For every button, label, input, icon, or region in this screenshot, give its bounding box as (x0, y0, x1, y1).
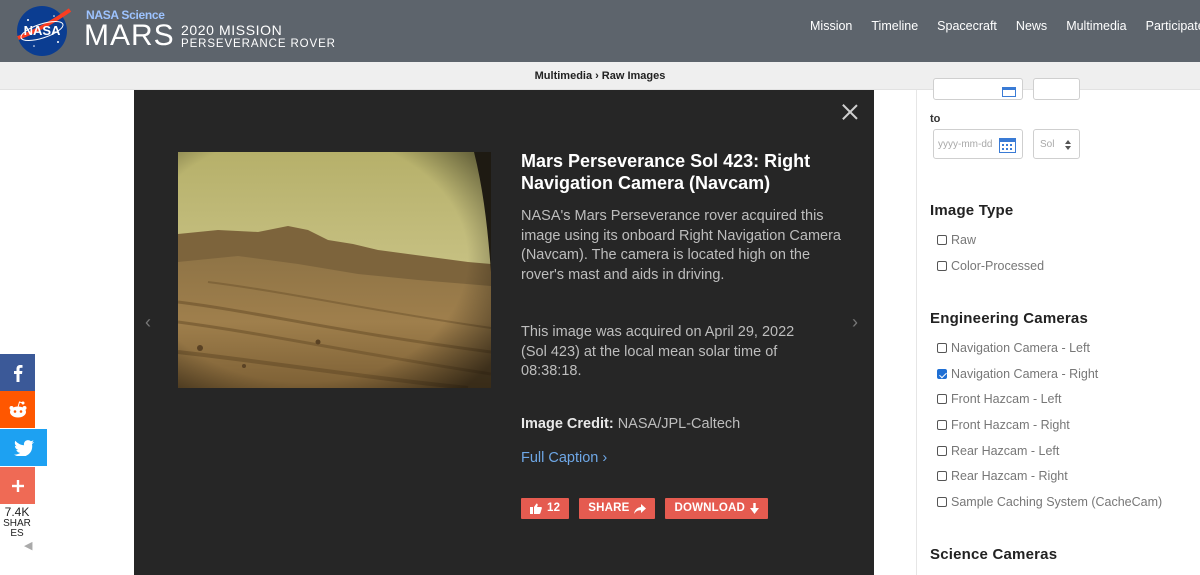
image-title: Mars Perseverance Sol 423: Right Navigat… (521, 151, 811, 193)
checkbox[interactable] (937, 446, 947, 456)
brand-rover: PERSEVERANCE ROVER (181, 38, 336, 50)
filter-label: Navigation Camera - Left (951, 341, 1090, 355)
facebook-icon (13, 364, 22, 382)
brand-mars[interactable]: MARS (84, 21, 175, 51)
image-description: NASA's Mars Perseverance rover acquired … (521, 208, 841, 283)
nav-multimedia[interactable]: Multimedia (1066, 19, 1126, 33)
sol-placeholder: Sol (1040, 139, 1055, 150)
site-header: NASA NASA Science MARS 2020 MISSION PERS… (0, 0, 1200, 62)
sol-from-select[interactable] (1033, 78, 1080, 100)
nav-timeline[interactable]: Timeline (871, 19, 918, 33)
breadcrumb-multimedia[interactable]: Multimedia (535, 70, 592, 82)
action-buttons: 12 SHARE DOWNLOAD (521, 498, 769, 519)
filter-label: Rear Hazcam - Right (951, 469, 1068, 483)
share-arrow-icon (634, 503, 647, 514)
nav-spacecraft[interactable]: Spacecraft (937, 19, 997, 33)
reddit-icon (9, 400, 26, 417)
mars-navcam-image[interactable] (178, 152, 491, 388)
checkbox[interactable] (937, 471, 947, 481)
filter-label: Rear Hazcam - Left (951, 444, 1060, 458)
checkbox[interactable] (937, 394, 947, 404)
filter-color-processed[interactable]: Color-Processed (937, 259, 1044, 273)
filter-label: Front Hazcam - Left (951, 392, 1062, 406)
share-count-label: SHARES (3, 518, 31, 539)
nasa-logo[interactable]: NASA (14, 4, 74, 58)
download-label: DOWNLOAD (674, 502, 746, 514)
date-to-input[interactable]: yyyy-mm-dd (933, 129, 1023, 159)
date-placeholder: yyyy-mm-dd (938, 139, 993, 150)
checkbox[interactable] (937, 497, 947, 507)
checkbox[interactable] (937, 420, 947, 430)
filter-panel: to yyyy-mm-dd Sol Image Type Raw Color-P… (916, 78, 1200, 575)
prev-arrow-icon[interactable]: ‹ (145, 312, 151, 333)
nav-mission[interactable]: Mission (810, 19, 852, 33)
collapse-share-icon[interactable]: ◀ (24, 539, 32, 552)
breadcrumb-raw-images[interactable]: Raw Images (602, 70, 666, 82)
filter-rear-hazcam-left[interactable]: Rear Hazcam - Left (937, 444, 1059, 458)
nav-participate[interactable]: Participate (1146, 19, 1200, 33)
checkbox[interactable] (937, 235, 947, 245)
image-modal: ‹ › Mars Perseverance Sol 423: Right Nav… (134, 90, 874, 575)
filter-label: Sample Caching System (CacheCam) (951, 495, 1163, 509)
credit-label: Image Credit: (521, 416, 614, 432)
thumbs-up-icon (530, 503, 542, 514)
checkbox-checked[interactable] (937, 369, 947, 379)
download-arrow-icon (750, 503, 760, 514)
filter-raw[interactable]: Raw (937, 233, 976, 247)
to-label: to (930, 113, 941, 125)
next-arrow-icon[interactable]: › (852, 312, 858, 333)
share-button[interactable]: SHARE (579, 498, 656, 519)
like-button[interactable]: 12 (521, 498, 570, 519)
image-acquisition-info: This image was acquired on April 29, 202… (521, 324, 795, 379)
close-icon[interactable] (840, 102, 860, 122)
main-nav: Mission Timeline Spacecraft News Multime… (810, 19, 1200, 33)
reddit-share-button[interactable] (0, 391, 35, 428)
nasa-logo-text: NASA (24, 23, 61, 38)
nav-news[interactable]: News (1016, 19, 1047, 33)
image-type-heading: Image Type (930, 202, 1014, 219)
credit-value: NASA/JPL-Caltech (617, 416, 741, 432)
filter-front-hazcam-left[interactable]: Front Hazcam - Left (937, 392, 1061, 406)
select-arrows-icon (1065, 140, 1071, 150)
share-label: SHARE (588, 502, 630, 514)
filter-label: Color-Processed (951, 259, 1045, 273)
filter-label: Front Hazcam - Right (951, 418, 1070, 432)
sol-to-select[interactable]: Sol (1033, 129, 1080, 159)
breadcrumb-separator: › (595, 70, 599, 82)
brand-mission: 2020 MISSION (181, 22, 283, 38)
image-credit: Image Credit: NASA/JPL-Caltech (521, 416, 740, 432)
full-caption-link[interactable]: Full Caption › (521, 450, 607, 466)
engineering-cameras-heading: Engineering Cameras (930, 310, 1089, 327)
filter-navcam-left[interactable]: Navigation Camera - Left (937, 341, 1090, 355)
date-from-input[interactable] (933, 78, 1023, 100)
twitter-share-button[interactable] (0, 429, 47, 466)
checkbox[interactable] (937, 261, 947, 271)
share-count: 7.4K (4, 505, 30, 519)
filter-label: Navigation Camera - Right (951, 367, 1099, 381)
calendar-icon (1002, 87, 1016, 97)
calendar-icon[interactable] (999, 137, 1016, 153)
more-share-button[interactable] (0, 467, 35, 504)
checkbox[interactable] (937, 343, 947, 353)
download-button[interactable]: DOWNLOAD (665, 498, 769, 519)
filter-label: Raw (951, 233, 977, 247)
science-cameras-heading: Science Cameras (930, 546, 1058, 563)
like-count: 12 (547, 502, 561, 514)
filter-navcam-right[interactable]: Navigation Camera - Right (937, 367, 1098, 381)
filter-cachecam[interactable]: Sample Caching System (CacheCam) (937, 495, 1162, 509)
twitter-icon (13, 439, 34, 456)
filter-rear-hazcam-right[interactable]: Rear Hazcam - Right (937, 469, 1068, 483)
facebook-share-button[interactable] (0, 354, 35, 391)
plus-icon (11, 479, 24, 492)
filter-front-hazcam-right[interactable]: Front Hazcam - Right (937, 418, 1070, 432)
